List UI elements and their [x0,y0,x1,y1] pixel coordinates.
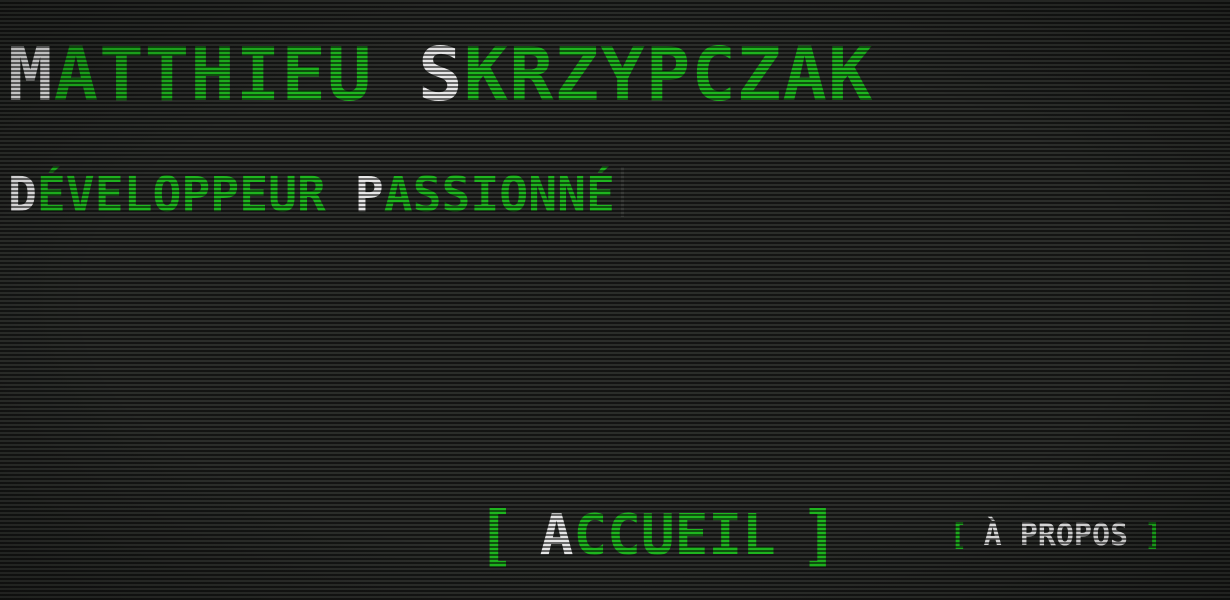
text-cursor [620,167,624,217]
subtitle-word1-initial: D [8,167,37,223]
title-first-rest: atthieu [53,32,373,118]
nav-label-initial: A [539,503,574,568]
nav-bracket-close: ] [1144,518,1163,553]
nav-label-a-propos: À propos [983,518,1129,553]
title-last-rest: krzypczak [463,32,874,118]
nav-bracket-open: [ [949,518,968,553]
nav-label-rest: ccueil [573,503,776,568]
nav-label-accueil: Accueil [540,500,776,572]
page-subtitle: Développeur Passionné [8,165,624,225]
nav-bracket-open: [ [476,497,516,574]
page-title: Matthieu Skrzypczak [8,34,874,116]
title-first-initial: M [8,32,54,118]
nav-link-a-propos[interactable]: [ À propos ] [950,511,1163,561]
subtitle-word2-initial: P [354,167,384,223]
subtitle-word1-rest: éveloppeur [36,167,326,223]
nav-link-accueil[interactable]: [ Accueil ] [476,500,840,572]
subtitle-word2-rest: assionné [383,167,615,223]
main-nav: [ Accueil ] [ À propos ] [476,500,1162,572]
title-last-initial: S [418,32,464,118]
nav-bracket-close: ] [799,497,840,574]
